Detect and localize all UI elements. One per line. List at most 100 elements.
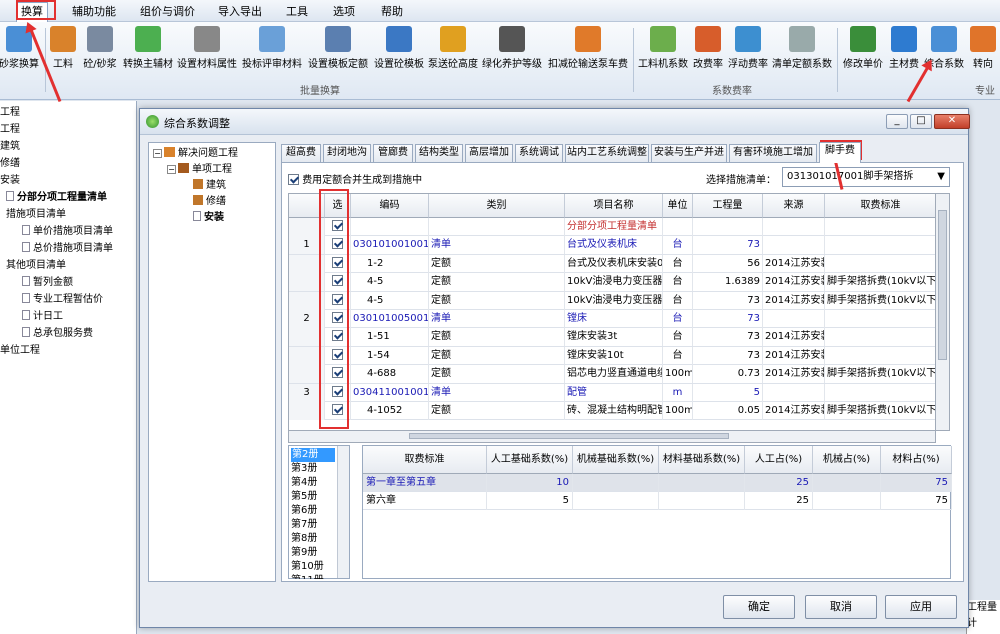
minimize-button[interactable]: _ [886,114,908,129]
tab-install-production[interactable]: 安装与生产并进 [651,144,727,162]
menu-aux[interactable]: 辅助功能 [68,3,120,20]
merge-checkbox[interactable] [288,174,299,185]
tab-hazard-env[interactable]: 有害环境施工增加 [729,144,817,162]
float-rate-button[interactable]: 浮动费率 [726,26,770,72]
bid-material-button[interactable]: 投标评审材料 [240,26,304,72]
collapse-icon[interactable]: − [167,165,176,174]
maximize-button[interactable]: □ [910,114,932,129]
coef-cell[interactable] [659,492,745,510]
tab-highrise[interactable]: 高层增加 [465,144,513,162]
menu-import-export[interactable]: 导入导出 [214,3,266,20]
convert-main-aux-button[interactable]: 转换主辅材 [120,26,176,72]
coef-cell[interactable]: 5 [487,492,573,510]
tree-node[interactable]: 安装 [0,174,20,188]
table-row[interactable]: 1-2 定额 台式及仪表机床安装0. 台 56 2014江苏安装 [289,254,935,274]
coef-row[interactable]: 第六章 5 25 75 [363,492,952,510]
menu-options[interactable]: 选项 [329,3,359,20]
list-quota-coef-button[interactable]: 清单定额系数 [770,26,834,72]
tree-node[interactable]: 总价措施项目清单 [22,242,113,256]
greening-level-button[interactable]: 绿化养护等级 [480,26,544,72]
tree-node[interactable]: 单位工程 [0,344,40,358]
book-item[interactable]: 第7册 [291,518,317,532]
book-item[interactable]: 第11册 [291,574,324,579]
cancel-button[interactable]: 取消 [805,595,877,619]
book-item[interactable]: 第5册 [291,490,317,504]
menu-pricing[interactable]: 组价与调价 [136,3,199,20]
table-row[interactable]: 1-51 定额 镗床安装3t 台 73 2014江苏安装 [289,328,935,347]
measure-select[interactable]: 031301017001脚手架搭拆 ▼ [782,167,950,187]
coef-row[interactable]: 第一章至第五章 10 25 75 [363,474,952,492]
deduct-pump-fee-button[interactable]: 扣减砼输送泵车费 [546,26,630,72]
concrete-template-button[interactable]: 设置砼模板 [372,26,426,72]
ok-button[interactable]: 确定 [723,595,795,619]
table-row[interactable]: 1 030101001001 清单 台式及仪表机床台 73 [289,236,935,255]
merge-option[interactable]: 费用定额合并生成到措施中 [288,171,422,186]
apply-button[interactable]: 应用 [885,595,957,619]
tree-node[interactable]: 措施项目清单 [6,208,66,222]
tree-root[interactable]: − 解决问题工程 [153,147,238,161]
tab-closed-trench[interactable]: 封闭地沟 [323,144,371,162]
table-row[interactable]: 4-1052 定额 砖、混凝土结构明配管 100m 0.05 2014江苏安装 脚手架搭拆费… [289,402,935,421]
edit-price-button[interactable]: 修改单价 [840,26,886,72]
tree-node[interactable]: 总承包服务费 [22,327,93,341]
tree-single-project[interactable]: − 单项工程 [167,163,232,177]
tab-super-height[interactable]: 超高费 [281,144,321,162]
tree-node[interactable]: 暂列金额 [22,276,73,290]
tree-node[interactable]: 建筑 [0,140,20,154]
coef-cell[interactable] [813,492,881,510]
coef-cell[interactable]: 75 [881,492,952,510]
material-attr-button[interactable]: 设置材料属性 [176,26,238,72]
concrete-mortar-button[interactable]: 砼/砂浆 [80,26,120,72]
grid-vertical-scrollbar[interactable] [936,193,950,431]
mortar-convert-button[interactable]: 砂浆换算 [0,26,42,72]
tree-node[interactable]: 单价措施项目清单 [22,225,113,239]
coef-cell[interactable]: 25 [745,492,813,510]
pump-height-button[interactable]: 泵送砼高度 [426,26,480,72]
book-item[interactable]: 第9册 [291,546,317,560]
menu-tools[interactable]: 工具 [282,3,312,20]
table-row[interactable]: 1-54 定额 镗床安装10t 台 73 2014江苏安装 [289,346,935,366]
tree-node[interactable]: 工程 [0,123,20,137]
coef-cell[interactable] [659,474,745,492]
book-scrollbar[interactable] [337,446,349,578]
tree-node[interactable]: 专业工程暂估价 [22,293,103,307]
grid-header-fee-standard[interactable]: 取费标准 [825,194,935,218]
grid-header-qty[interactable]: 工程量 [693,194,763,218]
book-item[interactable]: 第8册 [291,532,317,546]
table-row[interactable]: 分部分项工程量清单 [289,218,935,237]
book-item[interactable]: 第2册 [291,448,335,462]
table-row[interactable]: 3 030411001001 清单 配管 m 5 [289,383,935,402]
book-item[interactable]: 第10册 [291,560,324,574]
coef-cell[interactable]: 第六章 [363,492,487,510]
change-rate-button[interactable]: 改费率 [690,26,726,72]
coef-cell[interactable]: 10 [487,474,573,492]
template-quota-button[interactable]: 设置模板定额 [306,26,370,72]
scroll-thumb[interactable] [409,433,729,439]
main-material-fee-button[interactable]: 主材费 [886,26,922,72]
tree-node[interactable]: 计日工 [22,310,63,324]
coef-cell[interactable]: 75 [881,474,952,492]
coef-cell[interactable] [573,492,659,510]
collapse-icon[interactable]: − [153,149,162,158]
grid-horizontal-scrollbar[interactable] [288,431,936,443]
grid-header-unit[interactable]: 单位 [663,194,693,218]
tree-unit-install[interactable]: 安装 [193,211,224,225]
grid-header-name[interactable]: 项目名称 [565,194,663,218]
grid-header-source[interactable]: 来源 [763,194,825,218]
book-item[interactable]: 第4册 [291,476,317,490]
table-row[interactable]: 4-5 定额 10kV油浸电力变压器安台 1.6389 2014江苏安装 脚手架搭拆费(1… [289,273,935,292]
tree-node[interactable]: 修缮 [0,157,20,171]
tree-node[interactable]: 工程 [0,106,20,120]
scroll-thumb[interactable] [938,210,947,360]
grid-header-code[interactable]: 编码 [351,194,429,218]
tab-station-process[interactable]: 站内工艺系统调整 [565,144,649,162]
table-row[interactable]: 4-688 定额 铝芯电力竖直通道电缆 100m 0.73 2014江苏安装 脚手架搭拆费(… [289,365,935,384]
tab-scaffold-fee[interactable]: 脚手费 [819,142,861,163]
tree-node[interactable]: 其他项目清单 [6,259,66,273]
table-row[interactable]: 2 030101005001 清单 镗床台 73 [289,310,935,329]
coef-cell[interactable]: 第一章至第五章 [363,474,487,492]
redirect-button[interactable]: 转向 [968,26,998,72]
tree-unit-building[interactable]: 建筑 [193,179,226,193]
labor-material-button[interactable]: 工料 [50,26,76,72]
coef-cell[interactable] [573,474,659,492]
